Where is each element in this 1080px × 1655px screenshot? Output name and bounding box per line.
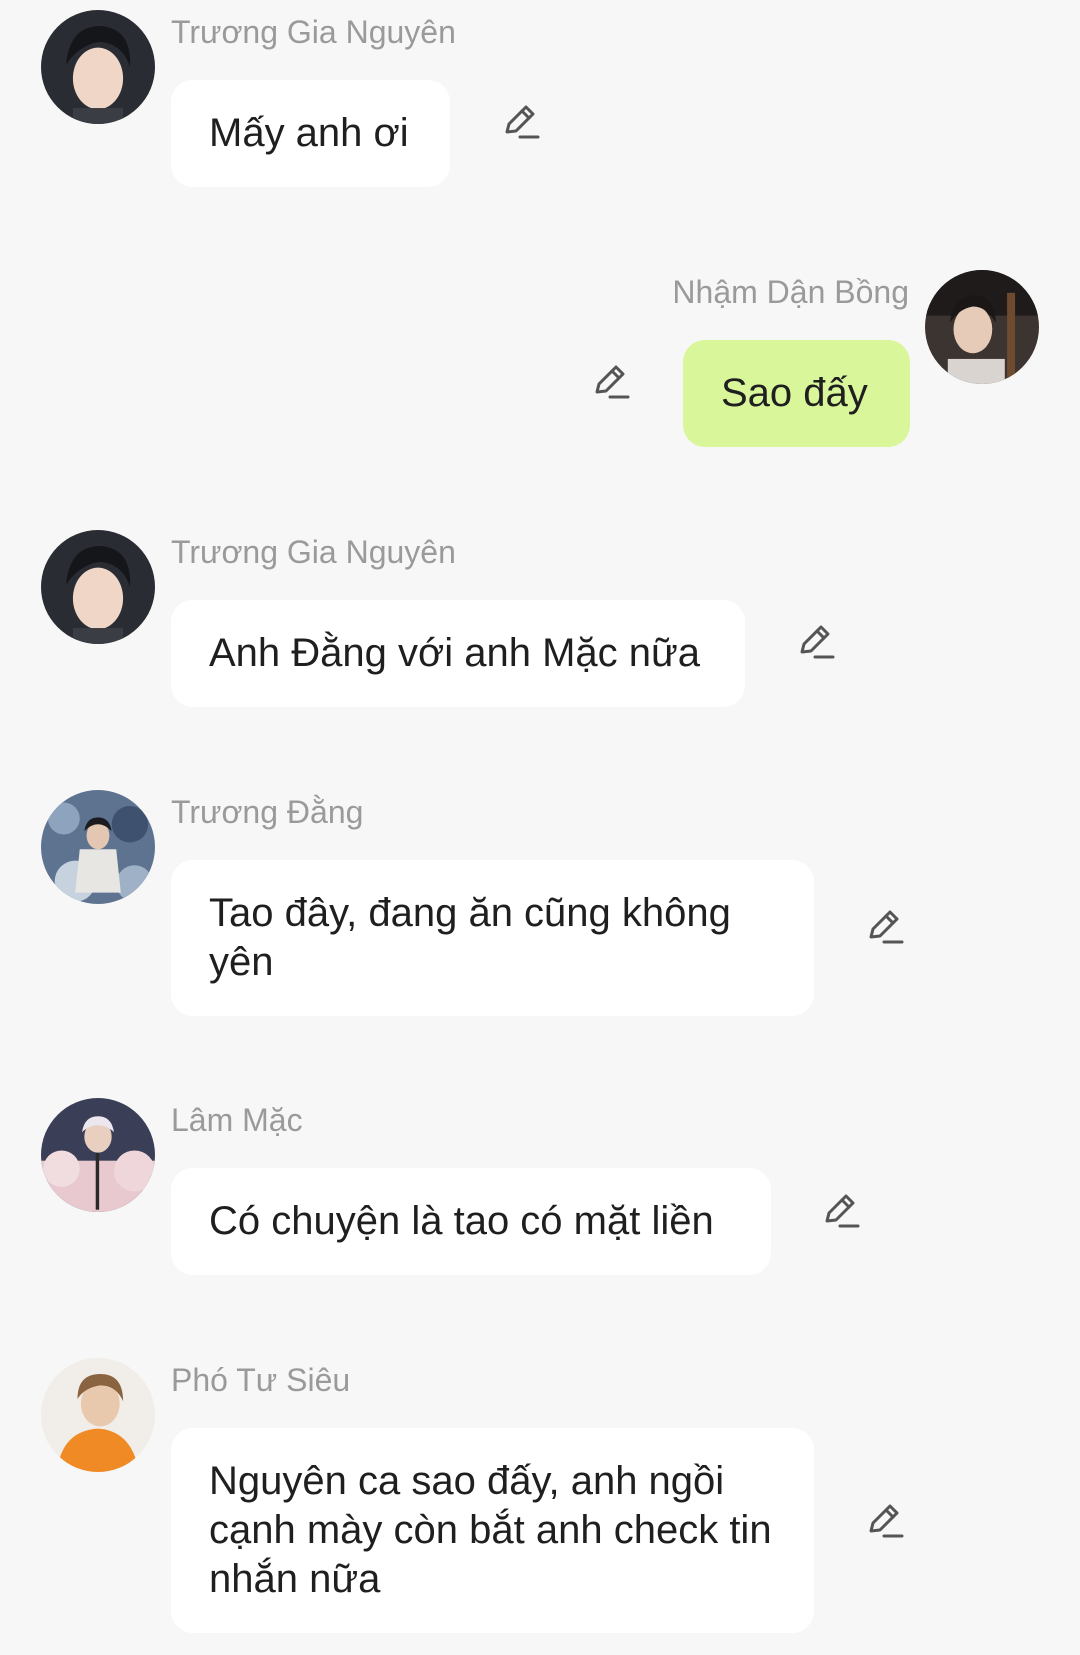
pencil-edit-icon[interactable] [864, 1499, 906, 1541]
sender-name: Trương Gia Nguyên [171, 534, 456, 570]
sender-name: Nhậm Dận Bồng [672, 274, 909, 310]
pencil-edit-icon[interactable] [590, 360, 632, 402]
pencil-edit-icon[interactable] [795, 620, 837, 662]
sender-avatar[interactable] [41, 1098, 155, 1212]
sender-avatar[interactable] [925, 270, 1039, 384]
sender-avatar[interactable] [41, 790, 155, 904]
message-bubble[interactable]: Nguyên ca sao đấy, anh ngồi cạnh mày còn… [171, 1428, 814, 1633]
message-bubble[interactable]: Có chuyện là tao có mặt liền [171, 1168, 771, 1275]
message-bubble[interactable]: Tao đây, đang ăn cũng không yên [171, 860, 814, 1016]
message-bubble[interactable]: Anh Đằng với anh Mặc nữa [171, 600, 745, 707]
sender-name: Trương Đằng [171, 794, 364, 830]
pencil-edit-icon[interactable] [500, 100, 542, 142]
pencil-edit-icon[interactable] [820, 1189, 862, 1231]
sender-avatar[interactable] [41, 1358, 155, 1472]
sender-name: Trương Gia Nguyên [171, 14, 456, 50]
sender-avatar[interactable] [41, 10, 155, 124]
sender-name: Lâm Mặc [171, 1102, 303, 1138]
sender-avatar[interactable] [41, 530, 155, 644]
sender-name: Phó Tư Siêu [171, 1362, 351, 1398]
message-bubble[interactable]: Sao đấy [683, 340, 910, 447]
message-bubble[interactable]: Mấy anh ơi [171, 80, 450, 187]
pencil-edit-icon[interactable] [864, 905, 906, 947]
